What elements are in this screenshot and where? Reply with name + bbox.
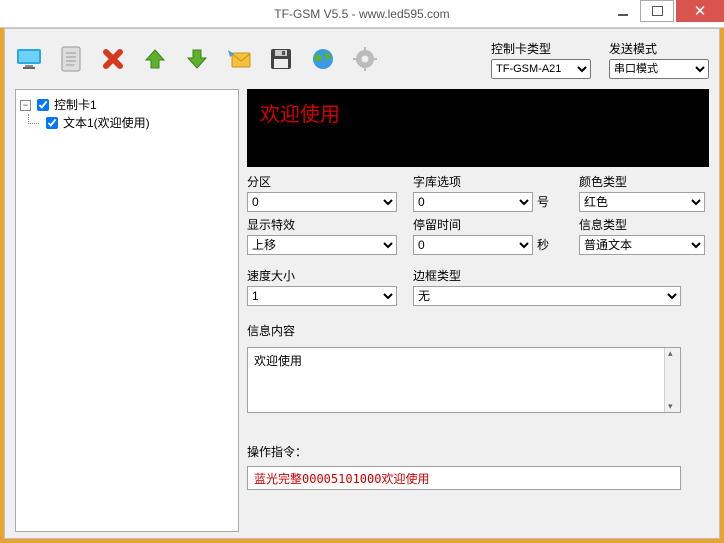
font-option-suffix: 号 <box>537 193 549 212</box>
close-button[interactable]: ✕ <box>676 0 724 22</box>
arrow-up-icon[interactable] <box>141 45 169 73</box>
mail-send-icon[interactable] <box>225 45 253 73</box>
stay-time-suffix: 秒 <box>537 236 549 255</box>
tree-child-label: 文本1(欢迎使用) <box>63 114 150 132</box>
tree-root-label: 控制卡1 <box>54 96 97 114</box>
tree-root[interactable]: − 控制卡1 <box>20 96 234 114</box>
color-type-label: 颜色类型 <box>579 173 709 190</box>
titlebar: TF-GSM V5.5 - www.led595.com ✕ <box>0 0 724 28</box>
save-icon[interactable] <box>267 45 295 73</box>
document-icon[interactable] <box>57 45 85 73</box>
minimize-button[interactable] <box>606 0 640 22</box>
led-preview: 欢迎使用 <box>247 89 709 167</box>
partition-select[interactable]: 0 <box>247 192 397 212</box>
toolbar: 控制卡类型 TF-GSM-A21 发送模式 串口模式 <box>15 37 709 81</box>
window-title: TF-GSM V5.5 - www.led595.com <box>274 7 449 21</box>
color-type-select[interactable]: 红色 <box>579 192 705 212</box>
send-mode-label: 发送模式 <box>609 40 709 57</box>
operation-text: 蓝光完整00005101000欢迎使用 <box>254 472 429 486</box>
maximize-button[interactable] <box>640 0 674 22</box>
speed-label: 速度大小 <box>247 267 397 284</box>
operation-label: 操作指令： <box>247 443 709 460</box>
scrollbar[interactable] <box>664 348 680 412</box>
tree-child-checkbox[interactable] <box>46 117 58 129</box>
font-option-label: 字库选项 <box>413 173 533 190</box>
arrow-down-icon[interactable] <box>183 45 211 73</box>
display-effect-label: 显示特效 <box>247 216 397 233</box>
globe-icon[interactable] <box>309 45 337 73</box>
monitor-icon[interactable] <box>15 45 43 73</box>
content-text: 欢迎使用 <box>254 354 302 368</box>
display-effect-select[interactable]: 上移 <box>247 235 397 255</box>
card-type-select[interactable]: TF-GSM-A21 <box>491 59 591 79</box>
info-type-label: 信息类型 <box>579 216 709 233</box>
tree-child[interactable]: 文本1(欢迎使用) <box>42 114 234 132</box>
card-type-label: 控制卡类型 <box>491 40 591 57</box>
stay-time-select[interactable]: 0 <box>413 235 533 255</box>
tree-root-checkbox[interactable] <box>37 99 49 111</box>
font-option-select[interactable]: 0 <box>413 192 533 212</box>
stay-time-label: 停留时间 <box>413 216 533 233</box>
speed-select[interactable]: 1 <box>247 286 397 306</box>
border-type-label: 边框类型 <box>413 267 681 284</box>
collapse-icon[interactable]: − <box>20 100 31 111</box>
delete-icon[interactable] <box>99 45 127 73</box>
tree-panel: − 控制卡1 文本1(欢迎使用) <box>15 89 239 532</box>
send-mode-select[interactable]: 串口模式 <box>609 59 709 79</box>
operation-output: 蓝光完整00005101000欢迎使用 <box>247 466 681 490</box>
border-type-select[interactable]: 无 <box>413 286 681 306</box>
gear-icon[interactable] <box>351 45 379 73</box>
preview-text: 欢迎使用 <box>260 104 340 126</box>
content-label: 信息内容 <box>247 322 709 339</box>
info-type-select[interactable]: 普通文本 <box>579 235 705 255</box>
content-textarea[interactable]: 欢迎使用 <box>247 347 681 413</box>
partition-label: 分区 <box>247 173 397 190</box>
